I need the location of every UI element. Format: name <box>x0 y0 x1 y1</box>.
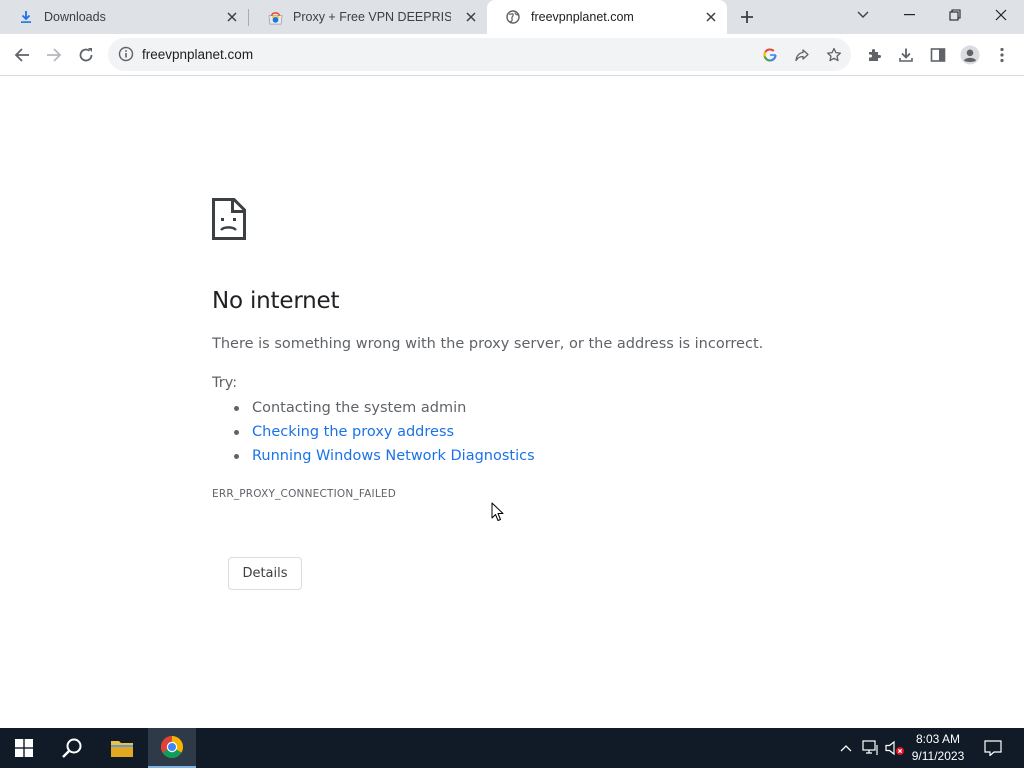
volume-muted-icon[interactable] <box>885 738 905 758</box>
reload-icon <box>79 48 93 62</box>
search-button[interactable] <box>48 728 96 768</box>
details-button[interactable]: Details <box>228 557 302 590</box>
new-tab-button[interactable] <box>734 5 760 29</box>
tab-search-button[interactable] <box>840 0 886 30</box>
tab-downloads[interactable]: Downloads <box>0 0 248 34</box>
error-message: There is something wrong with the proxy … <box>212 336 764 352</box>
arrow-left-icon <box>14 48 29 62</box>
reload-button[interactable] <box>72 41 100 69</box>
globe-icon <box>505 9 521 25</box>
close-icon[interactable] <box>463 9 479 25</box>
bookmark-star-icon[interactable] <box>823 44 845 66</box>
mouse-cursor-icon <box>491 502 504 521</box>
tab-strip: Downloads Proxy + Free VPN DEEPRISM - Ch… <box>0 0 1024 34</box>
tab-proxy-vpn[interactable]: Proxy + Free VPN DEEPRISM - Ch <box>249 0 487 34</box>
download-icon <box>18 9 34 25</box>
restore-button[interactable] <box>932 0 978 30</box>
menu-button[interactable] <box>988 41 1016 69</box>
check-proxy-link[interactable]: Checking the proxy address <box>252 424 454 440</box>
address-bar[interactable]: freevpnplanet.com <box>108 38 851 71</box>
chrome-taskbar-button[interactable] <box>148 728 196 768</box>
download-icon <box>899 48 913 62</box>
start-button[interactable] <box>0 728 48 768</box>
sad-document-icon <box>212 198 246 240</box>
profile-button[interactable] <box>956 41 984 69</box>
extensions-button[interactable] <box>860 41 888 69</box>
side-panel-button[interactable] <box>924 41 952 69</box>
notification-icon <box>984 740 1002 756</box>
tab-title: Proxy + Free VPN DEEPRISM - Ch <box>293 10 451 24</box>
error-code: ERR_PROXY_CONNECTION_FAILED <box>212 488 397 500</box>
suggestions-list: Contacting the system admin Checking the… <box>212 397 535 469</box>
close-icon[interactable] <box>703 9 719 25</box>
downloads-button[interactable] <box>892 41 920 69</box>
url-text[interactable]: freevpnplanet.com <box>142 47 253 62</box>
google-lens-icon[interactable] <box>759 44 781 66</box>
restore-icon <box>949 9 961 21</box>
minimize-button[interactable] <box>886 0 932 30</box>
more-vertical-icon <box>1000 47 1004 63</box>
close-window-button[interactable] <box>978 0 1024 30</box>
network-icon[interactable] <box>861 738 881 758</box>
show-hidden-icons-button[interactable] <box>836 738 856 758</box>
minimize-icon <box>903 14 915 16</box>
bullet <box>234 454 239 459</box>
suggestion-text: Contacting the system admin <box>252 400 467 416</box>
bullet <box>234 430 239 435</box>
clock-time: 8:03 AM <box>915 732 961 746</box>
back-button[interactable] <box>8 41 36 69</box>
system-clock[interactable]: 8:03 AM 9/11/2023 <box>906 731 970 765</box>
network-diagnostics-link[interactable]: Running Windows Network Diagnostics <box>252 448 535 464</box>
close-icon[interactable] <box>224 9 240 25</box>
side-panel-icon <box>930 48 946 62</box>
chevron-down-icon <box>857 11 869 18</box>
close-icon <box>995 9 1007 21</box>
share-icon[interactable] <box>791 44 813 66</box>
search-icon <box>62 738 82 758</box>
list-item: Contacting the system admin <box>212 397 535 421</box>
list-item: Checking the proxy address <box>212 421 535 445</box>
chrome-web-store-icon <box>267 9 283 25</box>
taskbar: 8:03 AM 9/11/2023 <box>0 728 1024 768</box>
chevron-up-icon <box>840 745 852 752</box>
plus-icon <box>741 11 753 23</box>
avatar-icon <box>960 45 980 65</box>
page-title: No internet <box>212 288 340 314</box>
list-item: Running Windows Network Diagnostics <box>212 445 535 469</box>
error-page: No internet There is something wrong wit… <box>0 77 1024 728</box>
puzzle-icon <box>869 49 881 61</box>
browser-toolbar: freevpnplanet.com <box>0 34 1024 76</box>
action-center-button[interactable] <box>975 728 1011 768</box>
bullet <box>234 406 239 411</box>
arrow-right-icon <box>47 48 62 62</box>
folder-icon <box>111 741 133 757</box>
tab-title: freevpnplanet.com <box>531 10 634 24</box>
tab-freevpnplanet[interactable]: freevpnplanet.com <box>487 0 727 34</box>
tab-title: Downloads <box>44 10 106 24</box>
file-explorer-button[interactable] <box>98 728 146 768</box>
clock-date: 9/11/2023 <box>911 749 965 763</box>
forward-button[interactable] <box>40 41 68 69</box>
chrome-icon <box>161 736 183 758</box>
site-info-icon[interactable] <box>118 46 134 62</box>
windows-logo-icon <box>15 739 33 757</box>
try-label: Try: <box>212 375 238 391</box>
